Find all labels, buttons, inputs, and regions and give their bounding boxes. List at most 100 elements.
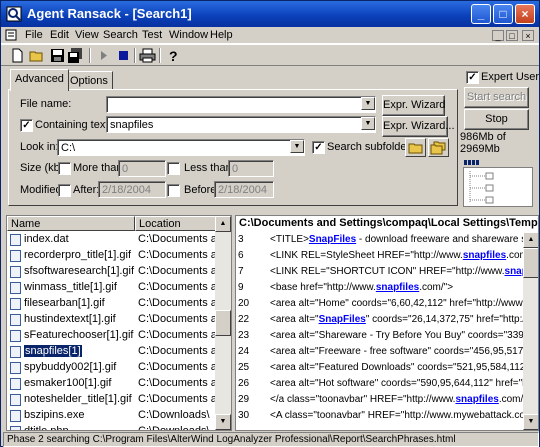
file-location-cell: C:\Documents and S xyxy=(138,345,223,357)
horizontal-splitter[interactable] xyxy=(1,209,539,213)
disk-usage-line-2: 2969Mb xyxy=(460,143,500,155)
file-name-cell: esmaker100[1].gif xyxy=(24,377,136,389)
document-icon[interactable] xyxy=(5,29,17,41)
table-row[interactable]: sFeaturechooser[1].gif C:\Documents and S xyxy=(7,328,223,344)
toolbar: ? xyxy=(1,44,539,66)
tab-advanced[interactable]: Advanced xyxy=(10,69,69,91)
menu-search[interactable]: Search xyxy=(103,29,138,41)
viewer-scroll-thumb[interactable] xyxy=(523,248,538,278)
containing-text-checkbox[interactable]: ✓ xyxy=(20,119,33,132)
disk-usage-line-1: 986Mb of xyxy=(460,131,506,143)
line-text-before: <area alt="Featured Downloads" coords="5… xyxy=(270,362,536,373)
match-highlight: SnapFiles xyxy=(308,234,357,245)
mdi-restore-button[interactable]: □ xyxy=(506,30,518,41)
content-viewer[interactable]: C:\Documents and Settings\compaq\Local S… xyxy=(235,215,539,431)
column-header-location[interactable]: Location xyxy=(135,216,223,231)
file-location-cell: C:\Documents and S xyxy=(138,281,223,293)
match-highlight: snapfiles xyxy=(455,394,499,405)
stop-icon[interactable] xyxy=(115,47,132,64)
table-row[interactable]: filesearban[1].gif C:\Documents and S xyxy=(7,296,223,312)
save-all-icon[interactable] xyxy=(67,47,84,64)
table-row[interactable]: spybuddy002[1].gif C:\Documents and S xyxy=(7,360,223,376)
results-scrollbar[interactable]: ▲ ▼ xyxy=(215,216,231,430)
table-row[interactable]: esmaker100[1].gif C:\Documents and S xyxy=(7,376,223,392)
before-checkbox[interactable] xyxy=(167,184,180,197)
minimize-button[interactable]: _ xyxy=(471,4,491,24)
less-than-checkbox[interactable] xyxy=(167,162,180,175)
file-name-text: bszipins.exe xyxy=(24,409,85,421)
line-text-before: <area alt="Shareware - Try Before You Bu… xyxy=(270,330,536,341)
browse-folders-button[interactable] xyxy=(428,138,449,157)
title-bar[interactable]: Agent Ransack - [Search1] _ □ × xyxy=(1,1,539,27)
more-than-checkbox[interactable] xyxy=(58,162,71,175)
table-row[interactable]: hustindextext[1].gif C:\Documents and S xyxy=(7,312,223,328)
column-header-name[interactable]: Name xyxy=(7,216,135,231)
menu-window[interactable]: Window xyxy=(169,29,208,41)
table-row[interactable]: sfsoftwaresearch[1].gifC:\Documents and … xyxy=(7,264,223,280)
table-row[interactable]: winmass_title[1].gif C:\Documents and S xyxy=(7,280,223,296)
menu-edit[interactable]: Edit xyxy=(50,29,69,41)
less-than-input[interactable]: 0 xyxy=(228,160,274,177)
stop-button[interactable]: Stop xyxy=(464,109,529,130)
viewer-scroll-up-button[interactable]: ▲ xyxy=(523,232,538,248)
viewer-scroll-down-button[interactable]: ▼ xyxy=(523,414,538,430)
before-date-input[interactable]: 2/18/2004 xyxy=(214,181,274,198)
file-location-cell: C:\Documents and S xyxy=(138,393,223,405)
viewer-scrollbar[interactable]: ▲ ▼ xyxy=(523,232,538,430)
after-checkbox[interactable] xyxy=(58,184,71,197)
file-name-cell: sfsoftwaresearch[1].gif xyxy=(24,265,136,277)
table-row[interactable]: noteshelder_title[1].gif C:\Documents and… xyxy=(7,392,223,408)
menu-file[interactable]: File xyxy=(25,29,43,41)
file-name-text: noteshelder_title[1].gif xyxy=(24,393,132,405)
table-row[interactable]: recorderpro_title[1].gif C:\Documents and… xyxy=(7,248,223,264)
scroll-up-button[interactable]: ▲ xyxy=(215,216,231,232)
line-content: <base href="http://www.snapfiles.com/"> xyxy=(270,282,453,293)
look-in-dropdown-arrow[interactable]: ▼ xyxy=(290,140,304,153)
start-icon[interactable] xyxy=(95,47,112,64)
menu-test[interactable]: Test xyxy=(142,29,162,41)
menu-view[interactable]: View xyxy=(75,29,99,41)
close-button[interactable]: × xyxy=(515,4,535,24)
line-number: 23 xyxy=(238,330,250,341)
file-name-text: esmaker100[1].gif xyxy=(24,377,112,389)
scroll-thumb[interactable] xyxy=(215,310,231,336)
before-label: Before xyxy=(184,184,217,196)
browse-folder-button[interactable] xyxy=(405,138,426,157)
open-folder-icon[interactable] xyxy=(29,47,46,64)
code-line: 24 <area alt="Freeware - free software" c… xyxy=(236,344,536,360)
print-icon[interactable] xyxy=(139,47,156,64)
containing-text-input[interactable]: snapfiles xyxy=(106,116,376,133)
search-subfolders-checkbox[interactable]: ✓ xyxy=(312,141,325,154)
mdi-close-button[interactable]: × xyxy=(522,30,534,41)
table-row[interactable]: bszipins.exe C:\Downloads\ xyxy=(7,408,223,424)
file-name-cell: hustindextext[1].gif xyxy=(24,313,136,325)
table-row[interactable]: snapfiles[1] C:\Documents and S xyxy=(7,344,223,360)
mdi-minimize-button[interactable]: _ xyxy=(492,30,504,41)
file-location-cell: C:\Documents and S xyxy=(138,265,223,277)
expr-wizard-button-1[interactable]: Expr. Wizard xyxy=(382,95,445,116)
file-name-dropdown-arrow[interactable]: ▼ xyxy=(361,97,375,110)
maximize-button[interactable]: □ xyxy=(493,4,513,24)
tab-options[interactable]: Options xyxy=(65,71,113,90)
line-text-before: <LINK REL="SHORTCUT ICON" HREF="http://w… xyxy=(270,266,505,277)
table-row[interactable]: index.dat C:\Documents and S xyxy=(7,232,223,248)
results-list[interactable]: Name Location index.dat C:\Documents and … xyxy=(6,215,232,431)
expr-wizard-button-2[interactable]: Expr. Wizard... xyxy=(382,116,455,137)
look-in-input[interactable]: C:\ xyxy=(57,139,305,156)
after-date-input[interactable]: 2/18/2004 xyxy=(98,181,166,198)
code-line: 9 <base href="http://www.snapfiles.com/"> xyxy=(236,280,536,296)
more-than-input[interactable]: 0 xyxy=(118,160,166,177)
expert-user-checkbox[interactable]: ✓ xyxy=(466,71,479,84)
containing-text-dropdown-arrow[interactable]: ▼ xyxy=(361,117,375,130)
code-line: 25 <area alt="Featured Downloads" coords=… xyxy=(236,360,536,376)
start-search-button[interactable]: Start search xyxy=(464,87,529,108)
table-row[interactable]: dtitle.php C:\Downloads\ xyxy=(7,424,223,430)
file-name-input[interactable] xyxy=(106,96,376,113)
new-icon[interactable] xyxy=(9,47,26,64)
help-icon[interactable]: ? xyxy=(164,47,181,64)
file-name-text: winmass_title[1].gif xyxy=(24,281,117,293)
folder-tree-preview[interactable] xyxy=(463,167,533,207)
save-icon[interactable] xyxy=(49,47,66,64)
scroll-down-button[interactable]: ▼ xyxy=(215,414,231,430)
menu-help[interactable]: Help xyxy=(210,29,233,41)
